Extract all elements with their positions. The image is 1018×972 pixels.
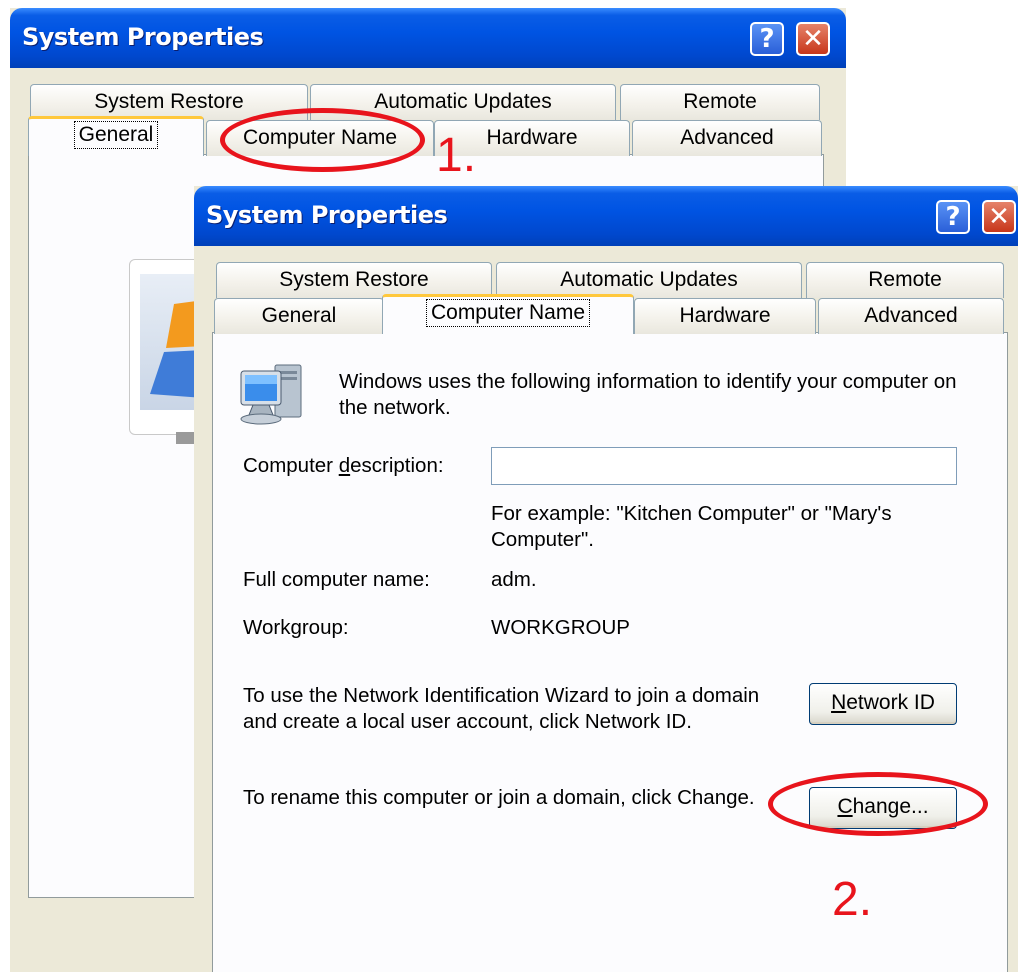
tab-hardware[interactable]: Hardware: [634, 298, 816, 334]
front-title-bar[interactable]: System Properties ? ✕: [194, 186, 1018, 246]
computer-description-label: Computer description:: [243, 454, 444, 477]
full-computer-name-value: adm.: [491, 568, 537, 591]
network-id-text: To use the Network Identification Wizard…: [243, 684, 760, 733]
back-title-bar[interactable]: System Properties ? ✕: [10, 8, 846, 68]
back-close-button[interactable]: ✕: [796, 22, 830, 56]
computer-description-input[interactable]: [491, 447, 957, 485]
tab-system-restore[interactable]: System Restore: [216, 262, 492, 298]
rename-text: To rename this computer or join a domain…: [243, 786, 755, 809]
workgroup-label: Workgroup:: [243, 616, 349, 639]
back-tab-advanced[interactable]: Advanced: [632, 120, 822, 156]
tab-general[interactable]: General: [214, 298, 384, 334]
workgroup-value: WORKGROUP: [491, 616, 630, 639]
close-icon: ✕: [802, 24, 824, 54]
front-close-button[interactable]: ✕: [982, 200, 1016, 234]
annotation-circle-2: [768, 772, 988, 836]
front-window: System Properties ? ✕ Windows uses the f…: [194, 186, 1018, 972]
front-help-button[interactable]: ?: [936, 200, 970, 234]
tab-computer-name-label: Computer Name: [425, 299, 591, 327]
intro-text: Windows uses the following information t…: [339, 370, 957, 419]
network-id-button[interactable]: Network ID: [809, 683, 957, 725]
back-help-button[interactable]: ?: [750, 22, 784, 56]
tab-remote[interactable]: Remote: [806, 262, 1004, 298]
annotation-label-2: 2.: [832, 873, 873, 926]
tab-page-computer-name: Windows uses the following information t…: [212, 332, 1008, 972]
annotation-label-1: 1.: [436, 129, 477, 182]
back-window-title: System Properties: [22, 23, 264, 51]
close-icon: ✕: [988, 202, 1010, 232]
help-icon: ?: [945, 202, 961, 232]
back-tab-general-label: General: [73, 121, 159, 149]
back-tab-general[interactable]: General: [28, 116, 204, 156]
front-window-title: System Properties: [206, 201, 448, 229]
annotation-circle-1: [220, 108, 425, 172]
full-computer-name-label: Full computer name:: [243, 568, 430, 591]
tab-computer-name[interactable]: Computer Name: [382, 294, 634, 334]
computer-icon: [239, 363, 309, 427]
tab-advanced[interactable]: Advanced: [818, 298, 1004, 334]
description-example-text: For example: "Kitchen Computer" or "Mary…: [491, 502, 892, 551]
tab-automatic-updates[interactable]: Automatic Updates: [496, 262, 802, 298]
help-icon: ?: [759, 24, 775, 54]
back-tab-remote[interactable]: Remote: [620, 84, 820, 120]
